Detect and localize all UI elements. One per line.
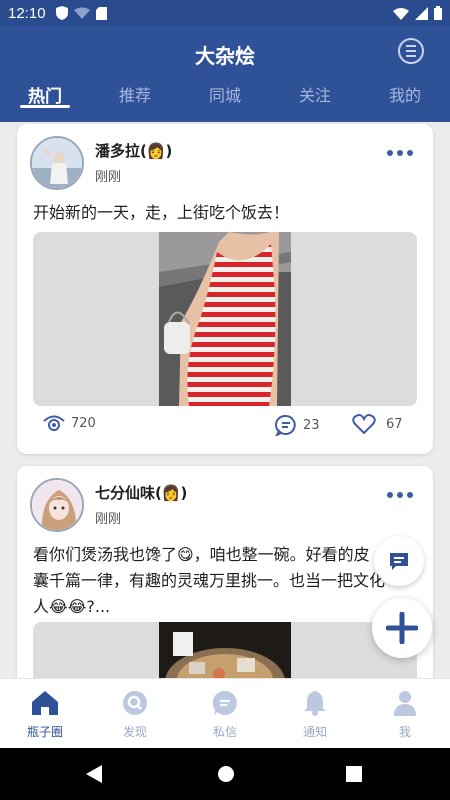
likes-count: 67 xyxy=(386,416,403,432)
views-stat: 720 xyxy=(43,414,96,432)
tab-recommend[interactable]: 推荐 xyxy=(90,78,180,118)
views-count: 720 xyxy=(71,415,96,431)
home-circle-icon[interactable] xyxy=(217,765,235,783)
author-name[interactable]: 七分仙味(👩) xyxy=(95,482,187,503)
more-options-button[interactable] xyxy=(387,492,413,498)
likes-stat[interactable]: 67 xyxy=(352,414,403,434)
nav-notifications[interactable]: 通知 xyxy=(270,679,360,748)
heart-icon xyxy=(352,414,376,434)
post-text[interactable]: 看你们煲汤我也馋了😋，咱也整一碗。好看的皮囊千篇一律，有趣的灵魂万里挑一。也当一… xyxy=(33,542,385,620)
tab-local[interactable]: 同城 xyxy=(180,78,270,118)
nav-label: 通知 xyxy=(302,725,327,739)
nav-label: 发现 xyxy=(122,725,147,739)
post-media[interactable] xyxy=(33,232,417,406)
profile-icon xyxy=(391,689,419,717)
back-icon[interactable] xyxy=(86,765,102,783)
tab-following[interactable]: 关注 xyxy=(270,78,360,118)
post-media[interactable] xyxy=(33,622,417,678)
author-name[interactable]: 潘多拉(👩) xyxy=(95,140,172,161)
nav-home[interactable]: 瓶子圈 xyxy=(0,679,90,748)
tab-hot[interactable]: 热门 xyxy=(0,78,90,118)
sd-card-icon xyxy=(95,6,107,20)
tab-bar: 热门 推荐 同城 关注 我的 xyxy=(0,78,450,118)
nav-profile[interactable]: 我 xyxy=(360,679,450,748)
home-icon xyxy=(31,689,59,717)
more-options-button[interactable] xyxy=(387,150,413,156)
signal-icon xyxy=(415,6,428,20)
post-photo[interactable] xyxy=(159,622,291,678)
app-header: 大杂烩 热门 推荐 同城 关注 我的 xyxy=(0,26,450,122)
post-text[interactable]: 开始新的一天，走，上街吃个饭去！ xyxy=(33,200,417,226)
status-time: 12:10 xyxy=(8,4,46,22)
nav-label: 我 xyxy=(398,725,411,739)
message-icon xyxy=(211,689,239,717)
system-nav-bar xyxy=(0,748,450,800)
post-stats: 720 23 67 xyxy=(17,414,433,440)
nav-messages[interactable]: 私信 xyxy=(180,679,270,748)
post-card[interactable]: 七分仙味(👩) 刚刚 看你们煲汤我也馋了😋，咱也整一碗。好看的皮囊千篇一律，有趣… xyxy=(17,466,433,678)
battery-icon xyxy=(434,6,442,20)
wifi-icon xyxy=(393,7,409,20)
eye-icon xyxy=(43,415,65,431)
feed[interactable]: 潘多拉(👩) 刚刚 开始新的一天，走，上街吃个饭去！ 720 23 67 七分仙… xyxy=(0,122,450,678)
page-title: 大杂烩 xyxy=(195,44,255,68)
avatar[interactable] xyxy=(30,478,84,532)
post-card[interactable]: 潘多拉(👩) 刚刚 开始新的一天，走，上街吃个饭去！ 720 23 67 xyxy=(17,124,433,454)
post-photo[interactable] xyxy=(159,232,291,406)
discover-icon xyxy=(121,689,149,717)
comments-stat[interactable]: 23 xyxy=(275,414,320,436)
comment-icon xyxy=(275,414,296,436)
menu-button[interactable] xyxy=(398,38,424,64)
chat-float-button[interactable] xyxy=(374,536,424,586)
bell-icon xyxy=(301,689,329,717)
comments-count: 23 xyxy=(303,417,320,433)
chat-icon xyxy=(390,553,408,570)
post-time: 刚刚 xyxy=(95,512,122,527)
bottom-nav: 瓶子圈 发现 私信 通知 我 xyxy=(0,678,450,748)
status-bar: 12:10 xyxy=(0,0,450,26)
plus-icon xyxy=(386,612,418,644)
recents-icon[interactable] xyxy=(346,766,362,782)
tab-mine[interactable]: 我的 xyxy=(360,78,450,118)
avatar[interactable] xyxy=(30,136,84,190)
nav-label: 瓶子圈 xyxy=(26,725,63,739)
wifi-off-icon xyxy=(73,7,90,19)
nav-label: 私信 xyxy=(212,725,237,739)
post-time: 刚刚 xyxy=(95,170,122,185)
nav-discover[interactable]: 发现 xyxy=(90,679,180,748)
add-post-button[interactable] xyxy=(372,598,432,658)
shield-icon xyxy=(55,6,68,20)
